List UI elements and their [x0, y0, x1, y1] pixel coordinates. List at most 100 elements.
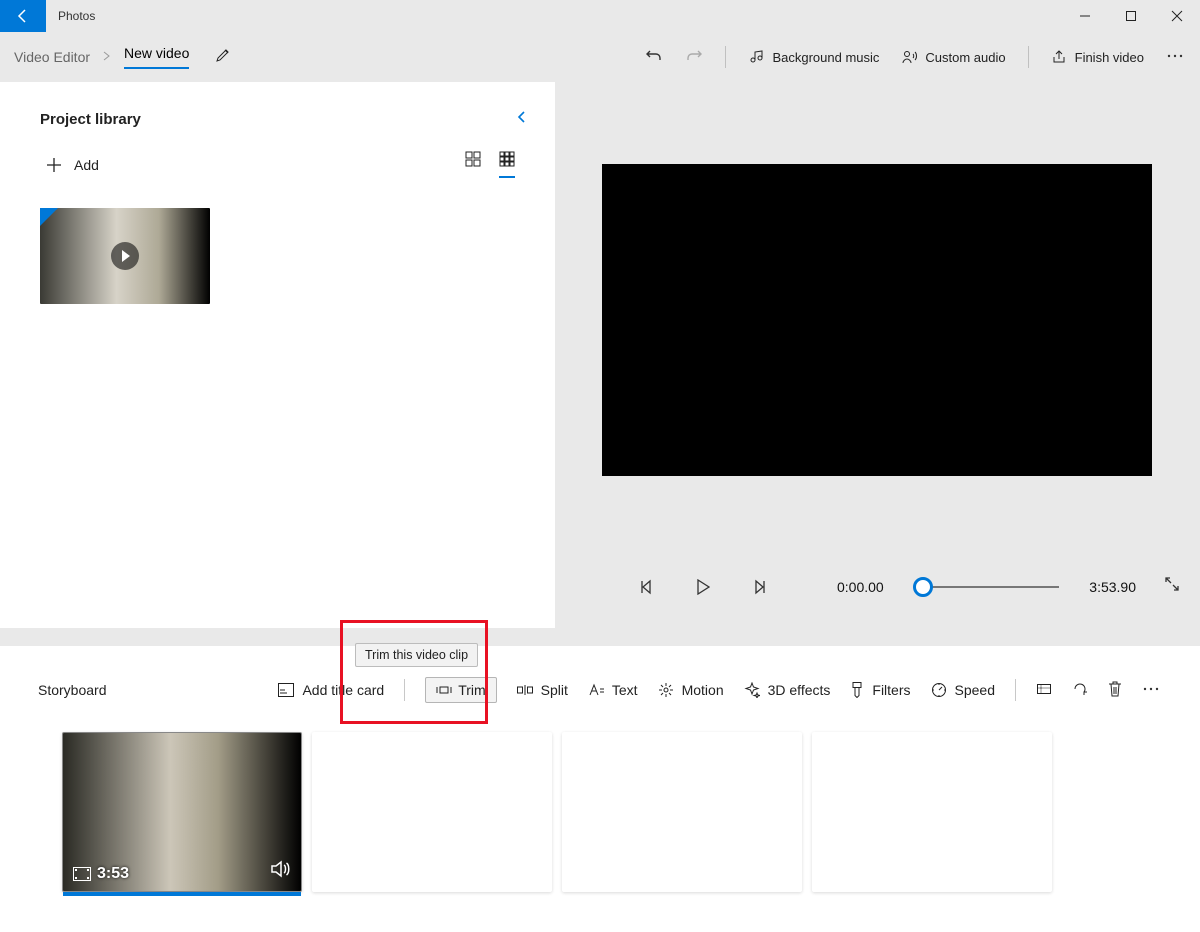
text-icon — [588, 683, 604, 697]
project-library-title: Project library — [40, 111, 141, 128]
collapse-library-button[interactable] — [515, 110, 529, 129]
storyboard-more-button[interactable] — [1142, 680, 1160, 701]
next-frame-button[interactable] — [741, 579, 777, 595]
video-preview[interactable] — [602, 164, 1152, 476]
storyboard-empty-slot[interactable] — [562, 732, 802, 892]
storyboard-empty-slot[interactable] — [312, 732, 552, 892]
text-label: Text — [612, 682, 638, 698]
background-music-label: Background music — [772, 50, 879, 65]
play-icon — [696, 579, 710, 595]
rename-button[interactable] — [215, 47, 231, 68]
undo-button[interactable] — [645, 47, 663, 68]
window-minimize-button[interactable] — [1062, 0, 1108, 32]
storyboard-empty-slot[interactable] — [812, 732, 1052, 892]
rotate-icon — [1072, 681, 1088, 697]
title-card-icon — [278, 683, 294, 697]
window-maximize-button[interactable] — [1108, 0, 1154, 32]
clip-duration-badge[interactable]: 3:53 — [73, 865, 129, 883]
3d-effects-label: 3D effects — [768, 682, 831, 698]
play-button[interactable] — [685, 579, 721, 595]
chevron-right-icon — [102, 48, 112, 66]
delete-clip-button[interactable] — [1108, 681, 1122, 700]
back-button[interactable] — [0, 0, 46, 32]
filters-label: Filters — [872, 682, 910, 698]
trim-icon — [436, 684, 452, 696]
export-icon — [1051, 49, 1067, 65]
volume-icon — [271, 860, 291, 878]
custom-audio-button[interactable]: Custom audio — [901, 49, 1005, 65]
split-icon — [517, 684, 533, 696]
storyboard-title: Storyboard — [38, 682, 106, 698]
clip-volume-button[interactable] — [271, 860, 291, 883]
music-icon — [748, 49, 764, 65]
split-button[interactable]: Split — [517, 682, 568, 698]
redo-icon — [685, 47, 703, 65]
filters-icon — [850, 682, 864, 698]
add-media-label: Add — [74, 157, 99, 173]
crop-button[interactable] — [1036, 681, 1052, 700]
breadcrumb: Video Editor New video — [0, 45, 231, 69]
window-close-button[interactable] — [1154, 0, 1200, 32]
custom-audio-label: Custom audio — [925, 50, 1005, 65]
maximize-icon — [1125, 10, 1137, 22]
seek-thumb[interactable] — [913, 577, 933, 597]
plus-icon — [46, 157, 62, 173]
aspect-icon — [1036, 681, 1052, 697]
project-name[interactable]: New video — [124, 45, 189, 69]
add-title-card-button[interactable]: Add title card — [278, 682, 384, 698]
text-button[interactable]: Text — [588, 682, 638, 698]
toolbar-separator — [1015, 679, 1016, 701]
rotate-button[interactable] — [1072, 681, 1088, 700]
grid-small-icon — [499, 151, 515, 167]
motion-icon — [658, 682, 674, 698]
storyboard-clip[interactable]: 3:53 — [62, 732, 302, 892]
project-library-panel: Project library Add — [0, 82, 555, 628]
redo-button[interactable] — [685, 47, 703, 68]
undo-icon — [645, 47, 663, 65]
3d-effects-button[interactable]: 3D effects — [744, 682, 831, 698]
duration-icon — [73, 867, 91, 881]
pencil-icon — [215, 47, 231, 63]
split-label: Split — [541, 682, 568, 698]
trim-button[interactable]: Trim — [425, 677, 496, 703]
toolbar-separator — [725, 46, 726, 68]
breadcrumb-parent[interactable]: Video Editor — [14, 49, 90, 65]
trim-tooltip: Trim this video clip — [355, 643, 478, 667]
chevron-left-icon — [515, 110, 529, 124]
toolbar-separator — [404, 679, 405, 701]
add-title-card-label: Add title card — [302, 682, 384, 698]
more-icon — [1166, 47, 1184, 65]
small-thumbnails-button[interactable] — [499, 151, 515, 178]
more-icon — [1142, 680, 1160, 698]
speed-label: Speed — [955, 682, 995, 698]
speed-button[interactable]: Speed — [931, 682, 995, 698]
fullscreen-button[interactable] — [1164, 576, 1180, 597]
app-title: Photos — [58, 9, 95, 23]
finish-video-button[interactable]: Finish video — [1051, 49, 1144, 65]
preview-panel: 0:00.00 3:53.90 — [555, 82, 1200, 628]
title-bar: Photos — [0, 0, 1200, 32]
arrow-left-icon — [15, 8, 31, 24]
storyboard-panel: Storyboard Add title card Trim Split Tex… — [0, 646, 1200, 932]
trim-label: Trim — [458, 682, 485, 698]
previous-frame-button[interactable] — [629, 579, 665, 595]
add-media-button[interactable]: Add — [46, 157, 99, 173]
library-clip-thumbnail[interactable] — [40, 208, 210, 304]
motion-button[interactable]: Motion — [658, 682, 724, 698]
play-overlay-icon — [111, 242, 139, 270]
grid-large-icon — [465, 151, 481, 167]
filters-button[interactable]: Filters — [850, 682, 910, 698]
person-audio-icon — [901, 49, 917, 65]
large-thumbnails-button[interactable] — [465, 151, 481, 178]
motion-label: Motion — [682, 682, 724, 698]
more-options-button[interactable] — [1166, 47, 1184, 68]
close-icon — [1171, 10, 1183, 22]
background-music-button[interactable]: Background music — [748, 49, 879, 65]
minimize-icon — [1079, 10, 1091, 22]
sparkle-icon — [744, 682, 760, 698]
seek-slider[interactable] — [914, 586, 1060, 588]
toolbar-separator — [1028, 46, 1029, 68]
total-time-label: 3:53.90 — [1089, 579, 1136, 595]
fullscreen-icon — [1164, 576, 1180, 592]
speed-icon — [931, 682, 947, 698]
